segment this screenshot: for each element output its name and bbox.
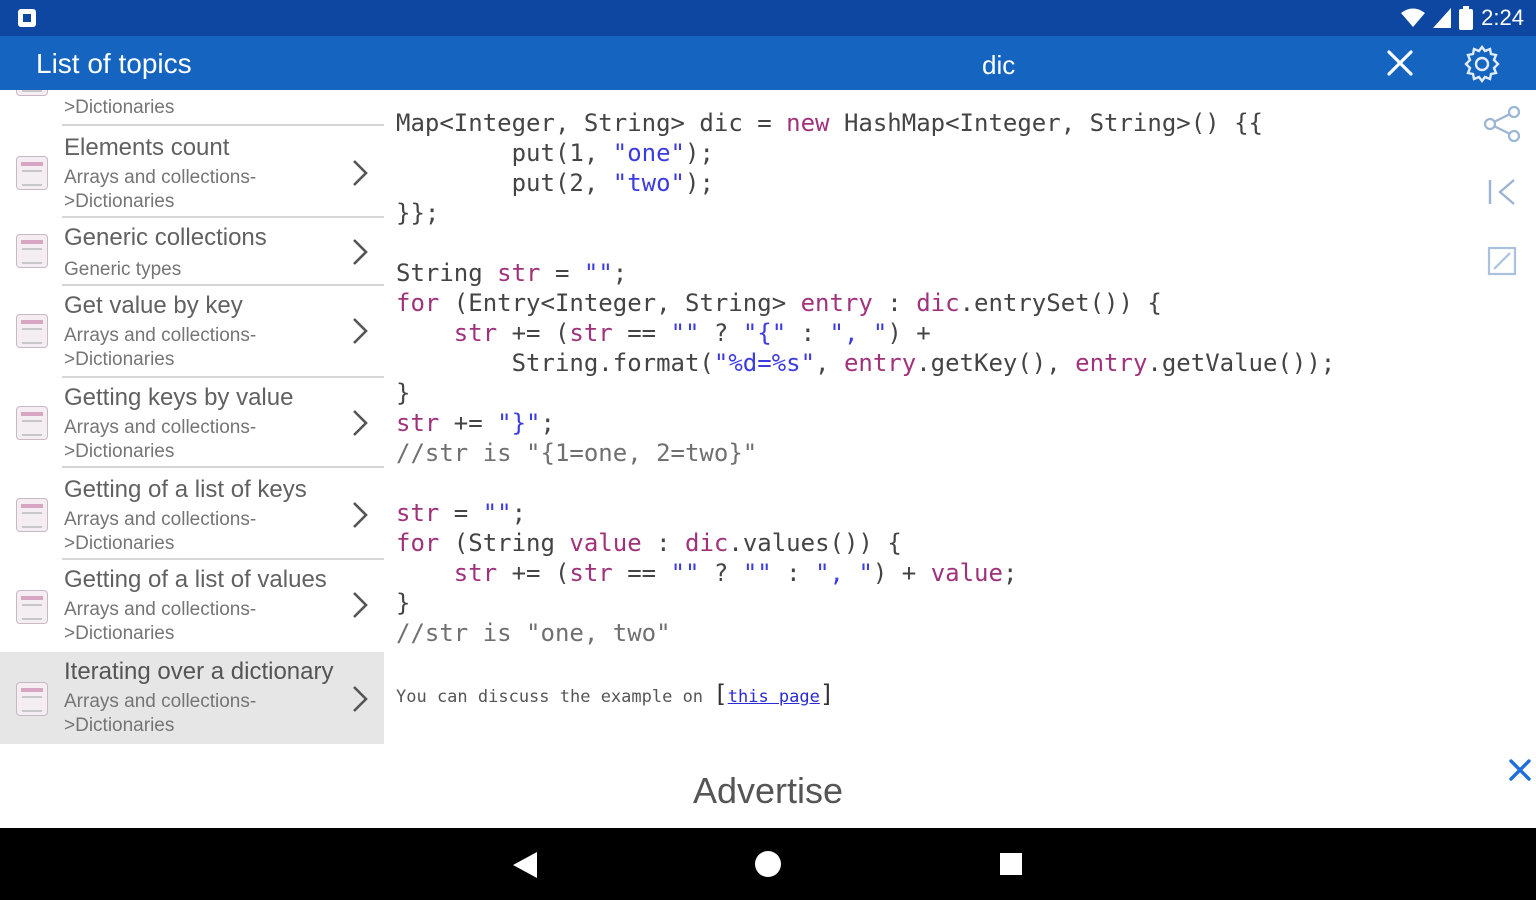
advertise-banner[interactable]: Advertise bbox=[0, 770, 1536, 812]
code-line: str += "}"; bbox=[396, 409, 555, 437]
wifi-icon bbox=[1401, 8, 1426, 27]
list-item-subtitle: Arrays and collections- bbox=[64, 509, 257, 530]
back-icon[interactable] bbox=[513, 852, 537, 878]
list-item-subtitle: >Dictionaries bbox=[64, 623, 175, 644]
code-line: for (Entry<Integer, String> entry : dic.… bbox=[396, 289, 1162, 317]
list-item-subtitle: >Dictionaries bbox=[64, 97, 175, 118]
recent-apps-icon[interactable] bbox=[1000, 853, 1022, 875]
list-item-title: Elements count bbox=[64, 134, 230, 161]
close-search-icon[interactable] bbox=[1380, 42, 1420, 84]
list-item-subtitle: >Dictionaries bbox=[64, 533, 175, 554]
code-line: String.format("%d=%s", entry.getKey(), e… bbox=[396, 349, 1336, 377]
topic-list[interactable]: >Dictionaries Elements count Arrays and … bbox=[0, 90, 384, 750]
list-item-title: Getting of a list of values bbox=[64, 566, 327, 593]
code-file-icon bbox=[16, 406, 48, 440]
code-block: Map<Integer, String> dic = new HashMap<I… bbox=[396, 108, 1476, 648]
list-item-subtitle: Arrays and collections- bbox=[64, 691, 257, 712]
chevron-right-icon bbox=[353, 410, 368, 436]
list-item-subtitle: >Dictionaries bbox=[64, 191, 175, 212]
list-item-title: Getting keys by value bbox=[64, 384, 294, 411]
code-file-icon bbox=[16, 90, 48, 96]
code-line: for (String value : dic.values()) { bbox=[396, 529, 902, 557]
code-line: } bbox=[396, 379, 411, 407]
discuss-text: You can discuss the example on [this pag… bbox=[396, 680, 835, 708]
list-item-subtitle: >Dictionaries bbox=[64, 441, 175, 462]
settings-gear-icon[interactable] bbox=[1460, 42, 1504, 86]
list-item-subtitle: Arrays and collections- bbox=[64, 325, 257, 346]
first-page-icon[interactable] bbox=[1480, 170, 1524, 214]
battery-icon bbox=[1459, 6, 1474, 30]
code-line: str += (str == "" ? "" : ", ") + value; bbox=[453, 559, 1018, 587]
list-item[interactable]: Get value by key Arrays and collections-… bbox=[0, 286, 384, 378]
page-title: List of topics bbox=[36, 48, 192, 79]
this-page-link[interactable]: this page bbox=[728, 687, 820, 707]
list-item[interactable]: Generic collections Generic types bbox=[0, 218, 384, 286]
code-line: //str is "{1=one, 2=two}" bbox=[396, 439, 758, 467]
home-icon[interactable] bbox=[755, 851, 781, 877]
status-bar: 2:24 bbox=[0, 0, 1536, 36]
list-item-subtitle: >Dictionaries bbox=[64, 349, 175, 370]
list-item-subtitle: Generic types bbox=[64, 259, 182, 280]
list-item[interactable]: Getting of a list of values Arrays and c… bbox=[0, 560, 384, 652]
edit-icon[interactable] bbox=[1480, 238, 1524, 282]
list-item-subtitle: >Dictionaries bbox=[64, 715, 175, 736]
list-item-title: Generic collections bbox=[64, 224, 267, 251]
chevron-right-icon bbox=[353, 686, 368, 712]
share-icon[interactable] bbox=[1480, 102, 1524, 146]
code-file-icon bbox=[16, 156, 48, 190]
chevron-right-icon bbox=[353, 239, 368, 265]
list-item-selected[interactable]: Iterating over a dictionary Arrays and c… bbox=[0, 652, 384, 744]
search-query-text[interactable]: dic bbox=[982, 50, 1015, 81]
list-item-title: Getting of a list of keys bbox=[64, 476, 307, 503]
chevron-right-icon bbox=[353, 318, 368, 344]
divider bbox=[62, 124, 384, 126]
code-line: } bbox=[396, 589, 411, 617]
signal-icon bbox=[1433, 8, 1452, 28]
chevron-right-icon bbox=[353, 502, 368, 528]
code-file-icon bbox=[16, 590, 48, 624]
list-item[interactable]: >Dictionaries bbox=[0, 90, 384, 126]
code-line: Map<Integer, String> dic = new HashMap<I… bbox=[396, 109, 1263, 137]
list-item-subtitle: Arrays and collections- bbox=[64, 417, 257, 438]
list-item-title: Iterating over a dictionary bbox=[64, 658, 334, 685]
code-line: str += (str == "" ? "{" : ", ") + bbox=[453, 319, 931, 347]
code-line: str = ""; bbox=[396, 499, 527, 527]
code-line: put(2, "two"); bbox=[396, 169, 714, 197]
code-line: put(1, "one"); bbox=[396, 139, 714, 167]
list-item[interactable]: Elements count Arrays and collections- >… bbox=[0, 128, 384, 218]
chevron-right-icon bbox=[353, 592, 368, 618]
list-item[interactable]: Getting of a list of keys Arrays and col… bbox=[0, 468, 384, 560]
app-bar: List of topics dic bbox=[0, 36, 1536, 90]
code-file-icon bbox=[16, 682, 48, 716]
code-line: //str is "one, two" bbox=[396, 619, 671, 647]
code-line: }}; bbox=[396, 199, 440, 227]
close-ad-icon[interactable] bbox=[1506, 756, 1534, 784]
status-time: 2:24 bbox=[1481, 5, 1524, 30]
list-item-subtitle: Arrays and collections- bbox=[64, 599, 257, 620]
list-item-subtitle: Arrays and collections- bbox=[64, 167, 257, 188]
code-file-icon bbox=[16, 234, 48, 268]
code-file-icon bbox=[16, 498, 48, 532]
list-item-title: Get value by key bbox=[64, 292, 243, 319]
list-item[interactable]: Getting keys by value Arrays and collect… bbox=[0, 378, 384, 468]
code-line: String str = ""; bbox=[396, 259, 628, 287]
notification-icon bbox=[18, 9, 36, 27]
chevron-right-icon bbox=[353, 160, 368, 186]
code-file-icon bbox=[16, 314, 48, 348]
